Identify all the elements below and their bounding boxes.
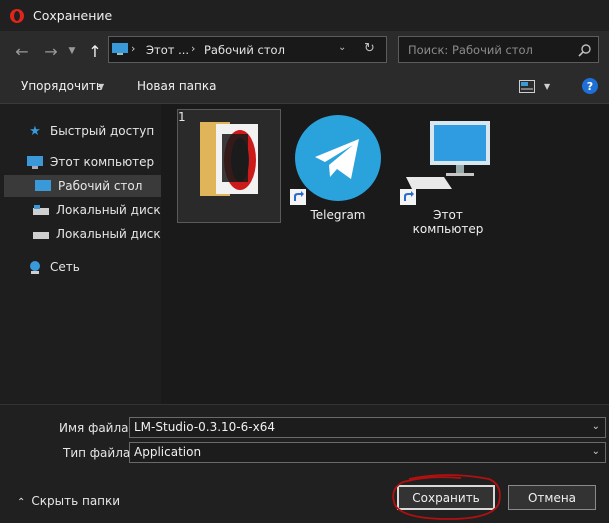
file-item-label: Telegram [310,208,366,222]
breadcrumb-desktop[interactable]: Рабочий стол [204,43,285,57]
sidebar-item-disk-c[interactable]: Локальный диск (C [32,199,161,221]
navigation-pane: ★ Быстрый доступ Этот компьютер Рабочий … [0,104,162,404]
sidebar-item-disk-d[interactable]: Локальный диск (D [32,223,161,245]
computer-icon [406,121,490,189]
filetype-value: Application [134,445,202,459]
file-item-1[interactable]: 1 [177,109,281,223]
sidebar-item-network[interactable]: Сеть [26,256,80,278]
file-item-telegram[interactable]: Telegram [286,109,390,223]
chevron-right-icon[interactable]: › [131,42,135,55]
drive-icon [32,226,50,242]
filename-value: LM-Studio-0.3.10-6-x64 [134,420,275,434]
file-item-this-pc[interactable]: Этот компьютер [396,109,500,236]
filetype-label: Тип файла: [63,446,135,460]
sidebar-item-label: Сеть [50,260,80,274]
recent-locations-chevron-icon[interactable]: ▼ [64,40,80,62]
save-button[interactable]: Сохранить [397,485,495,510]
refresh-icon[interactable]: ↻ [364,41,375,56]
search-icon [578,44,591,57]
forward-arrow-icon[interactable]: → [40,40,62,62]
window-title: Сохранение [33,8,113,23]
telegram-icon [295,115,381,201]
sidebar-item-this-pc[interactable]: Этот компьютер [26,151,154,173]
chevron-down-icon[interactable]: ⌄ [338,42,346,53]
chevron-up-icon: ⌃ [17,497,26,508]
folder-icon [200,122,258,196]
shortcut-arrow-icon [400,189,416,205]
chevron-right-icon[interactable]: › [191,42,195,55]
search-input[interactable]: Поиск: Рабочий стол [408,43,533,57]
sidebar-item-label: Быстрый доступ [50,124,155,138]
back-arrow-icon[interactable]: ← [11,40,33,62]
cancel-button[interactable]: Отмена [508,485,596,510]
breadcrumb-this-pc[interactable]: Этот ... [146,43,189,57]
caret-down-icon[interactable]: ▼ [98,82,104,91]
sidebar-item-desktop[interactable]: Рабочий стол [4,175,161,197]
hide-folders-toggle[interactable]: ⌃ Скрыть папки [17,494,120,508]
up-arrow-icon[interactable]: ↑ [84,40,106,62]
opera-icon [10,9,24,23]
chevron-down-icon[interactable]: ⌄ [592,446,600,457]
address-bar[interactable]: › Этот ... › Рабочий стол ⌄ ↻ [108,36,387,63]
sidebar-item-quick-access[interactable]: ★ Быстрый доступ [26,120,154,142]
star-icon: ★ [29,123,41,139]
desktop-icon [34,178,52,194]
caret-down-icon[interactable]: ▼ [544,82,550,91]
filename-label: Имя файла: [59,421,133,435]
sidebar-item-label: Рабочий стол [58,179,143,193]
computer-icon [112,43,128,55]
hide-folders-label: Скрыть папки [31,494,121,508]
filename-field[interactable]: LM-Studio-0.3.10-6-x64 ⌄ [129,417,606,438]
organize-button[interactable]: Упорядочить [21,79,103,93]
drive-icon [32,202,50,218]
filetype-select[interactable]: Application ⌄ [129,442,606,463]
network-icon [26,259,44,275]
computer-icon [26,154,44,170]
sidebar-item-label: Локальный диск (C [56,203,161,217]
view-options-icon[interactable] [519,80,535,93]
sidebar-item-label: Этот компьютер [50,155,155,169]
shortcut-arrow-icon [290,189,306,205]
file-item-label: Этот компьютер [412,208,484,236]
chevron-down-icon[interactable]: ⌄ [592,421,600,432]
search-box[interactable]: Поиск: Рабочий стол [398,36,599,63]
help-icon[interactable]: ? [582,78,598,94]
new-folder-button[interactable]: Новая папка [137,79,216,93]
sidebar-item-label: Локальный диск (D [56,227,161,241]
